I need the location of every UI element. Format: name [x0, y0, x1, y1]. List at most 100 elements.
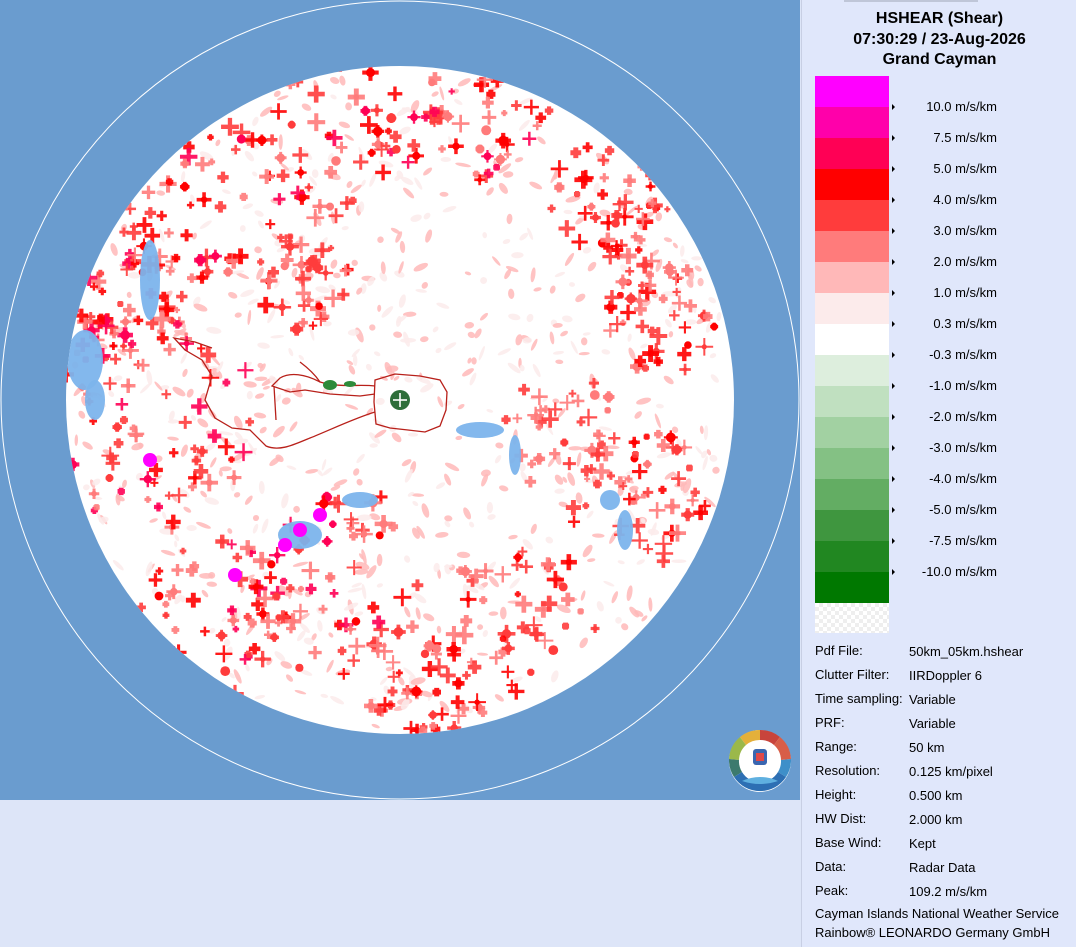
echo-core: [428, 78, 436, 87]
legend-swatch: [815, 510, 889, 541]
echo-core: [151, 655, 159, 663]
echo-core: [186, 687, 193, 694]
echo-cell: [204, 677, 215, 688]
legend-label: 4.0 m/s/km: [933, 192, 997, 207]
echo-core: [274, 552, 281, 559]
echo-cell: [45, 380, 56, 391]
echo-cell: [182, 121, 195, 134]
echo-core: [604, 407, 611, 414]
echo-cell: [631, 149, 640, 159]
info-value: Variable: [909, 716, 956, 731]
radar-image: [0, 0, 800, 800]
high-shear-spot: [143, 453, 157, 467]
echo-core: [179, 120, 185, 125]
echo-cell: [297, 44, 304, 51]
echo-core: [184, 661, 192, 669]
info-value: Kept: [909, 836, 936, 851]
echo-cell: [562, 622, 570, 630]
legend-swatch: [815, 200, 889, 231]
echo-cell: [47, 429, 59, 441]
echo-core: [535, 454, 544, 463]
echo-core: [527, 668, 535, 676]
echo-core: [198, 447, 206, 455]
legend-label: 1.0 m/s/km: [933, 285, 997, 300]
echo-core: [154, 591, 164, 601]
echo-cell: [66, 313, 74, 331]
echo-core: [154, 148, 160, 155]
echo-cell: [130, 175, 140, 185]
echo-core: [319, 499, 329, 509]
echo-cell: [514, 78, 521, 85]
echo-core: [626, 177, 633, 184]
echo-core: [449, 644, 459, 654]
info-key: Height:: [815, 787, 857, 802]
legend-tick: [892, 166, 895, 172]
echo-core: [580, 176, 587, 183]
echo-core: [341, 292, 346, 297]
echo-core: [244, 544, 251, 551]
echo-core: [648, 184, 653, 189]
echo-cell: [337, 66, 347, 68]
echo-core: [483, 568, 488, 574]
product-datetime: 07:30:29 / 23-Aug-2026: [853, 31, 1026, 48]
legend-label: 5.0 m/s/km: [933, 161, 997, 176]
echo-core: [238, 254, 243, 259]
echo-cell: [513, 48, 521, 56]
legend-swatch: [815, 386, 889, 417]
echo-core: [489, 69, 495, 75]
echo-core: [307, 256, 317, 267]
echo-core: [220, 666, 231, 676]
echo-core: [655, 359, 661, 365]
legend-label: -0.3 m/s/km: [929, 347, 997, 362]
echo-cell: [185, 686, 194, 695]
echo-cell: [424, 745, 441, 762]
high-shear-spot: [228, 568, 242, 582]
echo-core: [276, 153, 286, 163]
info-value: 0.500 km: [909, 788, 963, 803]
echo-core: [56, 267, 65, 276]
echo-cell: [363, 49, 369, 55]
legend-tick: [892, 538, 895, 544]
legend-tick: [892, 383, 895, 389]
echo-core: [353, 94, 360, 100]
echo-core: [143, 475, 152, 484]
echo-cell: [686, 464, 693, 472]
echo-core: [180, 182, 189, 191]
footer-organization: Cayman Islands National Weather Service: [815, 906, 1059, 921]
echo-cell: [418, 736, 426, 744]
legend-label: 10.0 m/s/km: [926, 99, 997, 114]
legend-tick: [892, 321, 895, 327]
echo-cell: [487, 42, 504, 59]
echo-core: [618, 277, 628, 287]
echo-core: [541, 607, 546, 612]
echo-core: [565, 559, 572, 566]
echo-core: [236, 134, 246, 144]
legend-label: 2.0 m/s/km: [933, 254, 997, 269]
echo-core: [192, 475, 198, 480]
echo-core: [481, 125, 492, 136]
echo-core: [305, 297, 312, 304]
echo-core: [165, 131, 172, 138]
echo-core: [319, 247, 325, 253]
echo-core: [682, 445, 687, 450]
echo-core: [428, 737, 433, 742]
radar-map[interactable]: [0, 0, 800, 800]
echo-core: [420, 649, 430, 659]
echo-core: [454, 679, 463, 688]
legend-tick: [892, 507, 895, 513]
no-data-patch: [342, 492, 378, 508]
echo-core: [393, 627, 404, 637]
echo-core: [589, 390, 600, 400]
echo-core: [647, 272, 653, 278]
echo-core: [504, 66, 510, 68]
echo-core: [297, 169, 305, 176]
echo-core: [672, 445, 682, 455]
echo-core: [331, 156, 341, 166]
legend-swatch: [815, 572, 889, 603]
echo-core: [424, 640, 435, 651]
echo-cell: [471, 725, 486, 734]
echo-core: [195, 255, 205, 265]
echo-cell: [193, 673, 211, 691]
echo-core: [169, 649, 178, 658]
legend-tick: [892, 476, 895, 482]
